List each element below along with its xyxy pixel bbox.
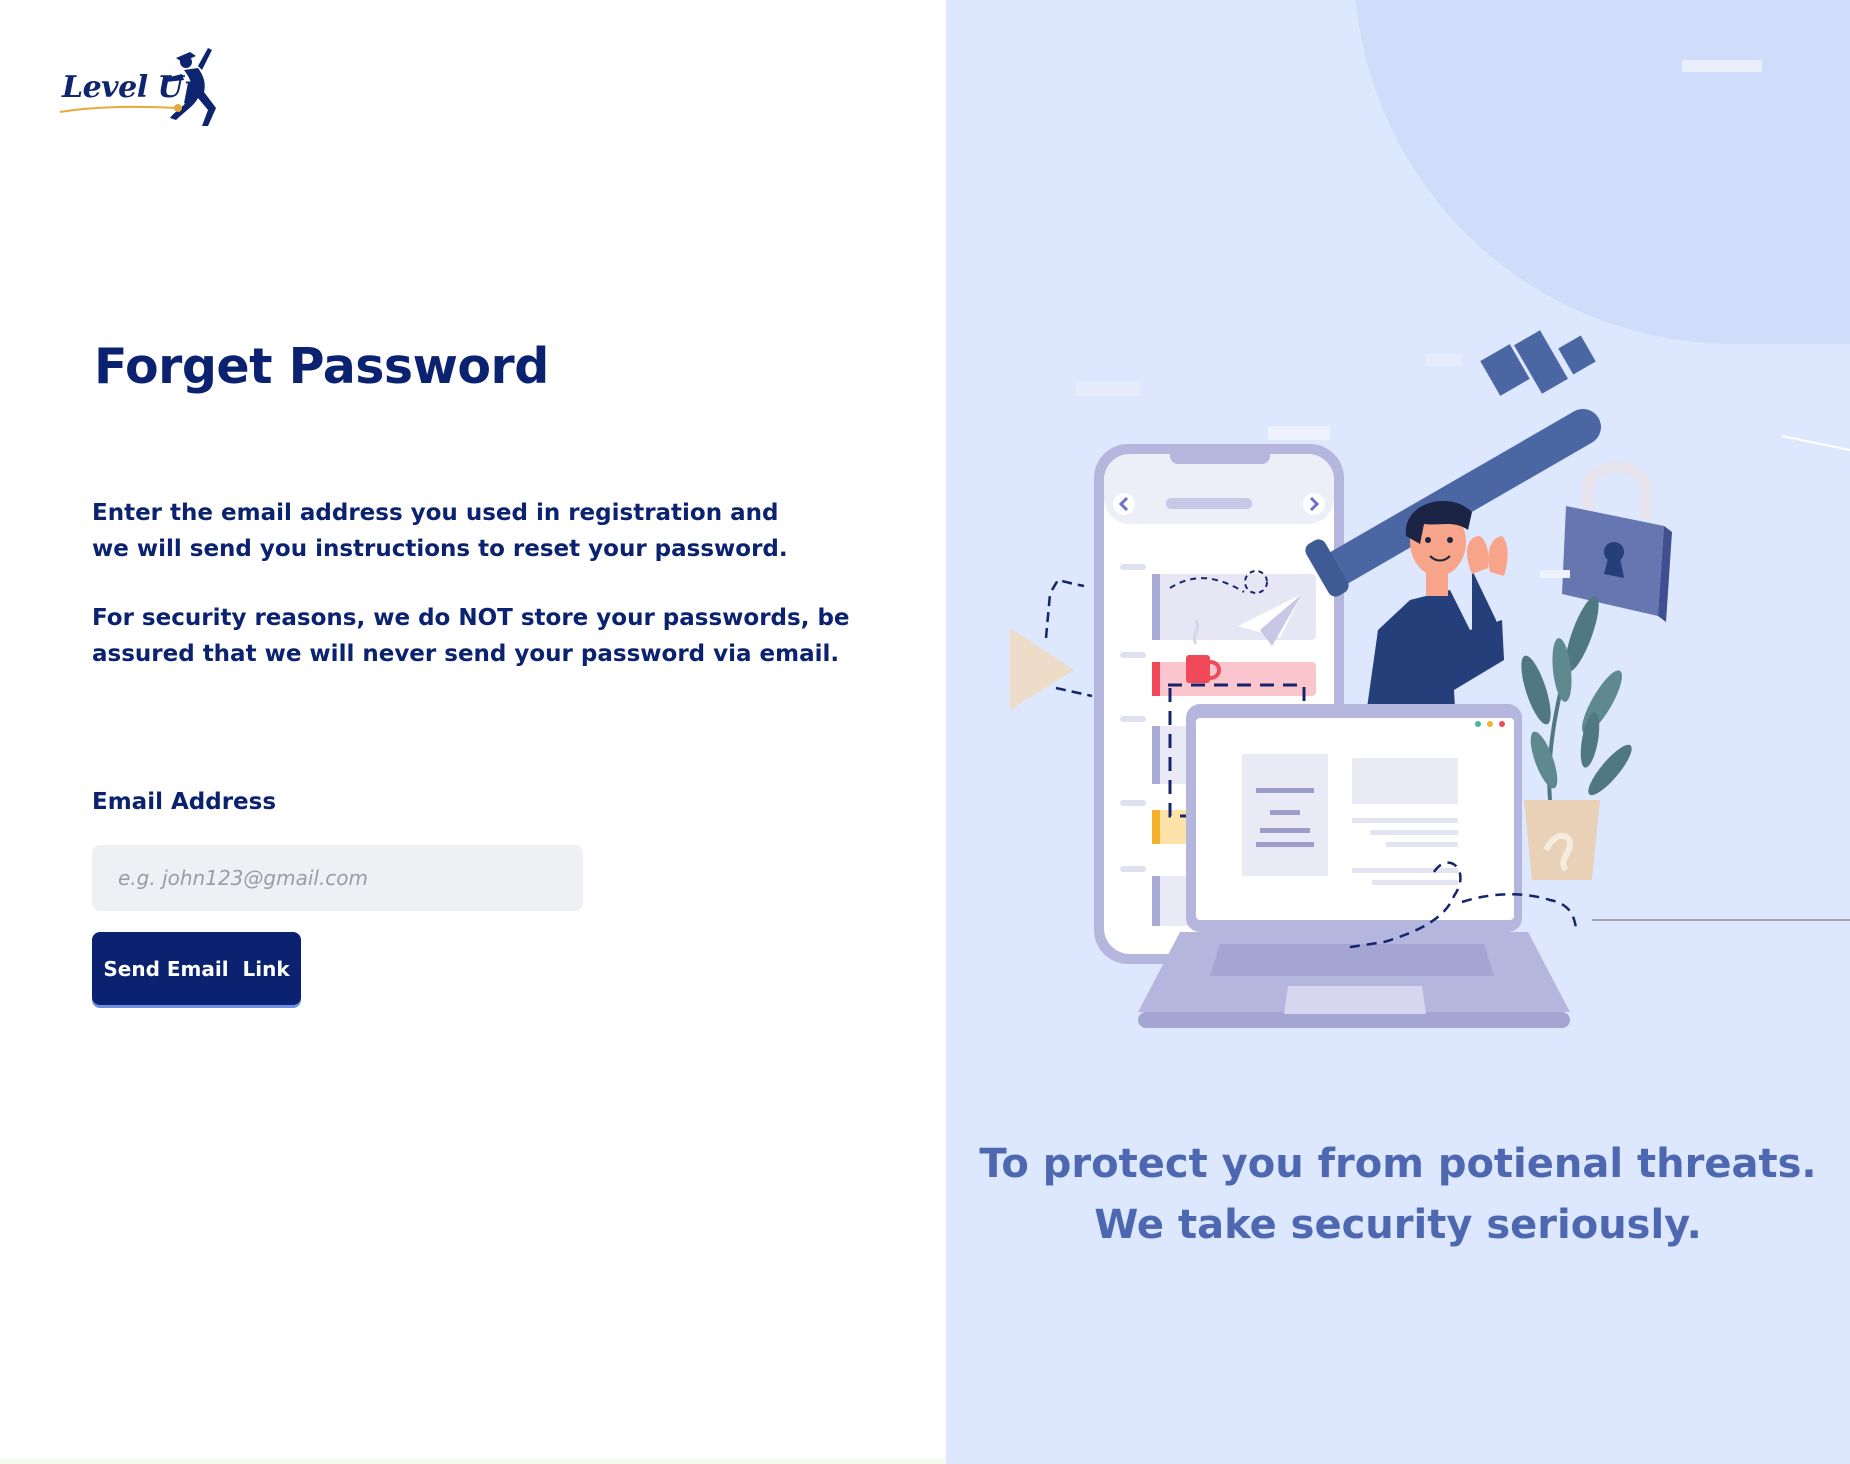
decorative-bar <box>1682 60 1762 72</box>
page-title: Forget Password <box>94 338 549 395</box>
forgot-password-page: Level Up Forget Password Enter the email… <box>0 0 1850 1464</box>
play-triangle-icon <box>1010 578 1093 710</box>
tagline-line: To protect you from potienal threats. <box>979 1141 1817 1187</box>
decor-bar <box>1426 354 1462 366</box>
logo-text: Level Up <box>62 70 204 105</box>
send-email-link-button[interactable]: Send Email Link <box>92 932 301 1005</box>
padlock-icon <box>1540 461 1672 622</box>
intro-line: Enter the email address you used in regi… <box>92 500 779 526</box>
form-panel: Level Up Forget Password Enter the email… <box>0 0 946 1464</box>
decor-bar <box>1076 382 1140 396</box>
brand-logo[interactable]: Level Up <box>58 48 238 132</box>
security-line: For security reasons, we do NOT store yo… <box>92 605 850 631</box>
decor-bar <box>1268 426 1330 440</box>
email-input[interactable] <box>92 845 583 911</box>
intro-text: Enter the email address you used in regi… <box>92 495 852 567</box>
tagline-line: We take security seriously. <box>1094 1202 1702 1248</box>
bottom-strip <box>0 1458 946 1464</box>
laptop-icon <box>1138 704 1578 1028</box>
security-illustration <box>1010 330 1850 1028</box>
security-line: assured that we will never send your pas… <box>92 641 840 667</box>
security-tagline: To protect you from potienal threats. We… <box>946 1134 1850 1256</box>
email-label: Email Address <box>92 789 277 815</box>
illustration-panel: To protect you from potienal threats. We… <box>946 0 1850 1464</box>
intro-line: we will send you instructions to reset y… <box>92 536 788 562</box>
decorative-blob <box>1354 0 1850 344</box>
plant-icon <box>1521 596 1632 880</box>
decor-line <box>1781 435 1850 451</box>
security-note: For security reasons, we do NOT store yo… <box>92 600 852 672</box>
